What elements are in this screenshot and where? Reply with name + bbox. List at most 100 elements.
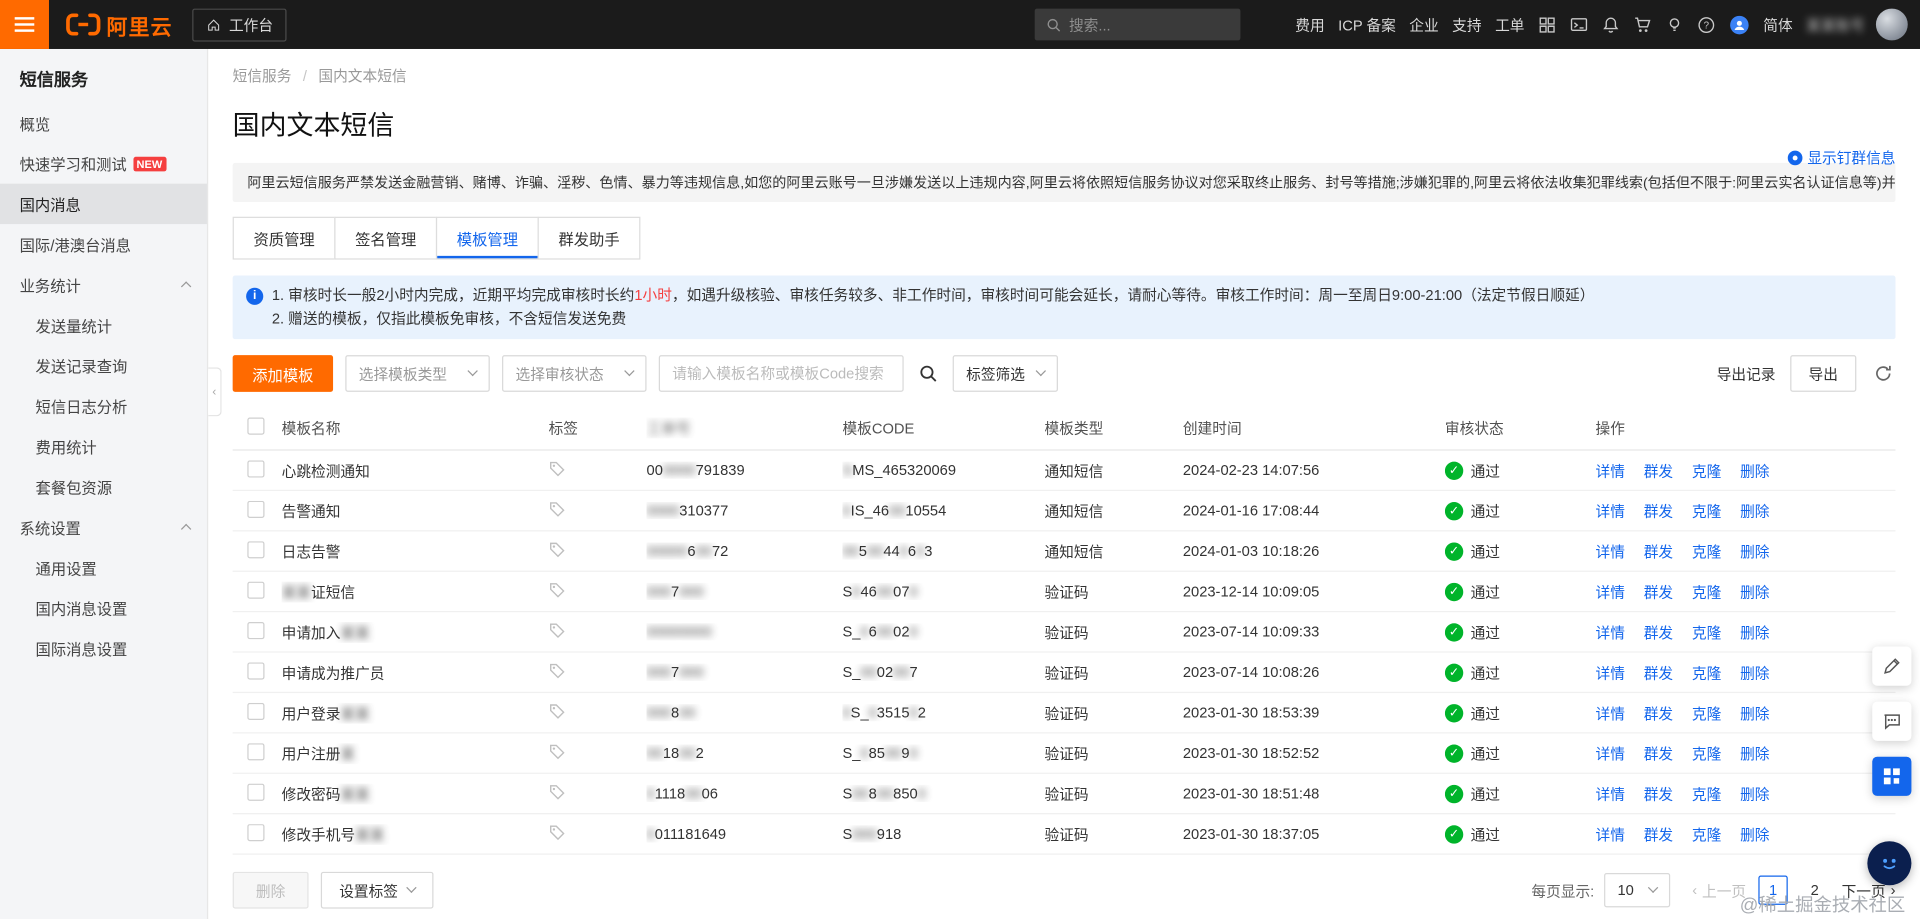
tag-icon[interactable] bbox=[549, 662, 566, 683]
clone-link[interactable]: 克隆 bbox=[1692, 503, 1721, 520]
breadcrumb-sms-service[interactable]: 短信服务 bbox=[233, 67, 292, 84]
bulb-icon[interactable] bbox=[1665, 15, 1683, 33]
apps-icon[interactable] bbox=[1538, 15, 1556, 33]
detail-link[interactable]: 详情 bbox=[1596, 664, 1625, 681]
mass-send-link[interactable]: 群发 bbox=[1644, 786, 1673, 803]
workspace-button[interactable]: 工作台 bbox=[192, 7, 287, 42]
tag-icon[interactable] bbox=[549, 743, 566, 764]
prev-page-button[interactable]: ‹ 上一页 bbox=[1692, 880, 1746, 901]
row-checkbox[interactable] bbox=[247, 823, 265, 841]
row-checkbox[interactable] bbox=[247, 459, 265, 477]
sidebar-item[interactable]: 国内消息设置 bbox=[0, 588, 207, 628]
tag-filter-select[interactable]: 标签筛选 bbox=[952, 355, 1058, 392]
console-icon[interactable] bbox=[1570, 15, 1588, 33]
tab[interactable]: 模板管理 bbox=[435, 216, 539, 260]
mass-send-link[interactable]: 群发 bbox=[1644, 462, 1673, 479]
delete-link[interactable]: 删除 bbox=[1740, 745, 1769, 762]
review-status-select[interactable]: 选择审核状态 bbox=[502, 355, 647, 392]
detail-link[interactable]: 详情 bbox=[1596, 826, 1625, 843]
ai-assistant-button[interactable] bbox=[1867, 841, 1912, 886]
sidebar-item[interactable]: 发送量统计 bbox=[0, 305, 207, 345]
tab[interactable]: 群发助手 bbox=[537, 216, 641, 260]
export-record-link[interactable]: 导出记录 bbox=[1717, 363, 1776, 384]
clone-link[interactable]: 克隆 bbox=[1692, 664, 1721, 681]
clone-link[interactable]: 克隆 bbox=[1692, 462, 1721, 479]
sidebar-item[interactable]: 业务统计 bbox=[0, 264, 207, 304]
sidebar-item[interactable]: 国际/港澳台消息 bbox=[0, 224, 207, 264]
detail-link[interactable]: 详情 bbox=[1596, 705, 1625, 722]
row-checkbox[interactable] bbox=[247, 742, 265, 760]
set-tag-button[interactable]: 设置标签 bbox=[320, 871, 434, 909]
row-checkbox[interactable] bbox=[247, 540, 265, 558]
delete-link[interactable]: 删除 bbox=[1740, 826, 1769, 843]
per-page-select[interactable]: 10 bbox=[1604, 873, 1671, 908]
topbar-link[interactable]: 工单 bbox=[1495, 14, 1524, 35]
feedback-edit-button[interactable] bbox=[1872, 646, 1912, 686]
row-checkbox[interactable] bbox=[247, 500, 265, 518]
mass-send-link[interactable]: 群发 bbox=[1644, 583, 1673, 600]
detail-link[interactable]: 详情 bbox=[1596, 786, 1625, 803]
mass-send-link[interactable]: 群发 bbox=[1644, 503, 1673, 520]
select-all-checkbox[interactable] bbox=[247, 417, 265, 435]
search-button[interactable] bbox=[916, 361, 940, 385]
topbar-link[interactable]: ICP 备案 bbox=[1338, 14, 1396, 35]
template-type-select[interactable]: 选择模板类型 bbox=[345, 355, 490, 392]
row-checkbox[interactable] bbox=[247, 702, 265, 720]
help-icon[interactable]: ? bbox=[1697, 15, 1715, 33]
mass-send-link[interactable]: 群发 bbox=[1644, 624, 1673, 641]
detail-link[interactable]: 详情 bbox=[1596, 543, 1625, 560]
row-checkbox[interactable] bbox=[247, 581, 265, 599]
refresh-button[interactable] bbox=[1871, 361, 1895, 385]
delete-link[interactable]: 删除 bbox=[1740, 462, 1769, 479]
clone-link[interactable]: 克隆 bbox=[1692, 826, 1721, 843]
topbar-link[interactable]: 费用 bbox=[1295, 14, 1324, 35]
mass-send-link[interactable]: 群发 bbox=[1644, 543, 1673, 560]
sidebar-item[interactable]: 通用设置 bbox=[0, 547, 207, 587]
tag-icon[interactable] bbox=[549, 783, 566, 804]
chat-support-button[interactable] bbox=[1872, 701, 1912, 741]
sidebar-item[interactable]: 快速学习和测试 NEW bbox=[0, 143, 207, 183]
topbar-link[interactable]: 企业 bbox=[1409, 14, 1438, 35]
row-checkbox[interactable] bbox=[247, 661, 265, 679]
tag-icon[interactable] bbox=[549, 823, 566, 844]
clone-link[interactable]: 克隆 bbox=[1692, 705, 1721, 722]
avatar[interactable] bbox=[1875, 8, 1908, 41]
clone-link[interactable]: 克隆 bbox=[1692, 745, 1721, 762]
tag-icon[interactable] bbox=[549, 541, 566, 562]
sidebar-item[interactable]: 概览 bbox=[0, 103, 207, 143]
delete-link[interactable]: 删除 bbox=[1740, 786, 1769, 803]
sidebar-item[interactable]: 短信日志分析 bbox=[0, 386, 207, 426]
delete-link[interactable]: 删除 bbox=[1740, 705, 1769, 722]
sidebar-item[interactable]: 国际消息设置 bbox=[0, 628, 207, 668]
mass-send-link[interactable]: 群发 bbox=[1644, 705, 1673, 722]
clone-link[interactable]: 克隆 bbox=[1692, 786, 1721, 803]
sidebar-item[interactable]: 系统设置 bbox=[0, 507, 207, 547]
sidebar-item[interactable]: 费用统计 bbox=[0, 426, 207, 466]
aliyun-logo[interactable]: 阿里云 bbox=[65, 9, 173, 40]
cart-icon[interactable] bbox=[1633, 15, 1651, 33]
mass-send-link[interactable]: 群发 bbox=[1644, 745, 1673, 762]
sidebar-item[interactable]: 发送记录查询 bbox=[0, 345, 207, 385]
language-selector[interactable]: 简体 bbox=[1763, 14, 1792, 35]
mass-send-link[interactable]: 群发 bbox=[1644, 826, 1673, 843]
export-button[interactable]: 导出 bbox=[1790, 355, 1857, 392]
detail-link[interactable]: 详情 bbox=[1596, 583, 1625, 600]
delete-link[interactable]: 删除 bbox=[1740, 503, 1769, 520]
show-dingtalk-group-link[interactable]: 显示钉群信息 bbox=[1787, 147, 1896, 168]
tab[interactable]: 签名管理 bbox=[334, 216, 438, 260]
tag-icon[interactable] bbox=[549, 581, 566, 602]
clone-link[interactable]: 克隆 bbox=[1692, 543, 1721, 560]
delete-link[interactable]: 删除 bbox=[1740, 583, 1769, 600]
sidebar-item[interactable]: 国内消息 bbox=[0, 183, 207, 225]
template-search-input[interactable] bbox=[658, 355, 904, 392]
tag-icon[interactable] bbox=[549, 621, 566, 642]
mass-send-link[interactable]: 群发 bbox=[1644, 664, 1673, 681]
row-checkbox[interactable] bbox=[247, 621, 265, 639]
delete-link[interactable]: 删除 bbox=[1740, 624, 1769, 641]
tag-icon[interactable] bbox=[549, 702, 566, 723]
sidebar-item[interactable]: 套餐包资源 bbox=[0, 467, 207, 507]
tag-icon[interactable] bbox=[549, 500, 566, 521]
row-checkbox[interactable] bbox=[247, 783, 265, 801]
topbar-link[interactable]: 支持 bbox=[1452, 14, 1481, 35]
hamburger-menu-button[interactable] bbox=[0, 0, 49, 49]
